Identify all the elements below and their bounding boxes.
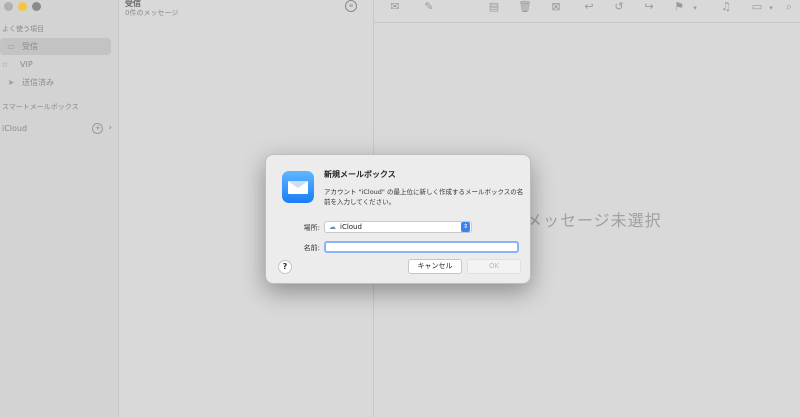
message-count: 0件のメッセージ	[125, 9, 179, 17]
add-mailbox-icon[interactable]: +	[92, 122, 104, 134]
get-mail-icon[interactable]: ✉	[388, 0, 402, 13]
dialog-message: アカウント "iCloud" の最上位に新しく作成するメールボックスの名前を入力…	[324, 188, 524, 206]
sidebar: よく使う項目 ▭ 受信 ☆ VIP ➤ 送信済み スマートメールボックス iCl…	[0, 0, 119, 417]
flag-icon[interactable]: ⚑	[672, 0, 686, 13]
sidebar-item-sent[interactable]: ➤ 送信済み	[0, 74, 111, 91]
help-button[interactable]: ?	[278, 260, 292, 274]
name-label: 名前:	[303, 244, 320, 252]
sidebar-account-icloud[interactable]: iCloud + ›	[0, 121, 112, 135]
chevron-down-icon[interactable]: ▾	[764, 4, 778, 12]
mailbox-name-input[interactable]	[324, 241, 519, 253]
forward-icon[interactable]: ↪	[642, 0, 656, 13]
location-label: 場所:	[303, 224, 320, 232]
trash-icon[interactable]: 🗑	[518, 0, 532, 13]
sidebar-item-vip[interactable]: ☆ VIP	[0, 56, 111, 73]
envelope-icon	[288, 181, 308, 194]
location-value: iCloud	[340, 223, 362, 231]
tray-icon: ▭	[7, 42, 15, 51]
star-icon: ☆	[1, 60, 9, 69]
favorites-section-label: よく使う項目	[2, 25, 44, 33]
mailbox-move-icon[interactable]: ▭	[750, 0, 764, 13]
no-message-selected-text: メッセージ未選択	[526, 211, 662, 230]
sidebar-item-label: 受信	[22, 42, 38, 51]
chevron-down-icon[interactable]: ▾	[688, 4, 702, 12]
sidebar-item-label: VIP	[20, 60, 33, 69]
junk-icon[interactable]: ⊠	[549, 0, 563, 13]
dialog-title: 新規メールボックス	[324, 170, 396, 179]
toolbar: ✉ ✎ ▤ 🗑 ⊠ ↩ ↺ ↪ ⚑ ▾ ♫ ▭ ▾ ⌕	[374, 0, 800, 23]
location-select[interactable]: ☁ iCloud ⇕	[324, 221, 472, 233]
compose-icon[interactable]: ✎	[422, 0, 436, 13]
filter-icon[interactable]: ≡	[345, 0, 357, 12]
sidebar-item-label: 送信済み	[22, 78, 54, 87]
cancel-button[interactable]: キャンセル	[408, 259, 462, 274]
smart-mailboxes-section-label: スマートメールボックス	[2, 103, 79, 111]
paperplane-icon: ➤	[7, 78, 15, 87]
window-controls	[4, 2, 41, 11]
reply-all-icon[interactable]: ↺	[612, 0, 626, 13]
reply-icon[interactable]: ↩	[582, 0, 596, 13]
minimize-button[interactable]	[18, 2, 27, 11]
cloud-icon: ☁	[329, 223, 336, 231]
ok-button[interactable]: OK	[467, 259, 521, 274]
updown-chevron-icon: ⇕	[461, 222, 470, 232]
archive-icon[interactable]: ▤	[487, 0, 501, 13]
mail-app-icon	[282, 171, 314, 203]
sidebar-item-inbox[interactable]: ▭ 受信	[0, 38, 111, 55]
search-icon[interactable]: ⌕	[782, 0, 796, 14]
chevron-right-icon[interactable]: ›	[108, 123, 112, 133]
account-label: iCloud	[2, 123, 28, 133]
close-button[interactable]	[4, 2, 13, 11]
zoom-button[interactable]	[32, 2, 41, 11]
mail-app-window: よく使う項目 ▭ 受信 ☆ VIP ➤ 送信済み スマートメールボックス iCl…	[0, 0, 800, 417]
bell-icon[interactable]: ♫	[719, 0, 733, 13]
new-mailbox-dialog: 新規メールボックス アカウント "iCloud" の最上位に新しく作成するメール…	[265, 154, 531, 284]
